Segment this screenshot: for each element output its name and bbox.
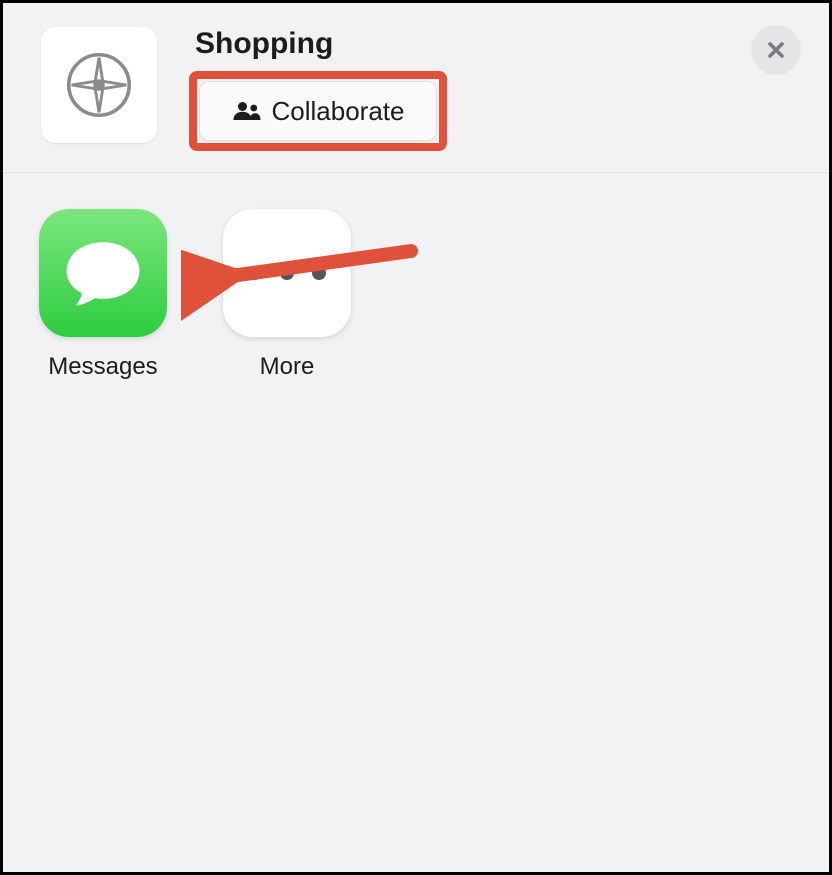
item-thumbnail xyxy=(41,27,157,143)
item-title: Shopping xyxy=(195,27,447,61)
more-app-icon xyxy=(223,209,351,337)
collaborate-button[interactable]: Collaborate xyxy=(199,81,437,141)
messages-app-icon xyxy=(39,209,167,337)
share-app-more[interactable]: More xyxy=(223,209,351,381)
compass-icon xyxy=(63,49,135,121)
share-sheet: Shopping Collaborate xyxy=(0,0,832,875)
share-header: Shopping Collaborate xyxy=(3,3,829,173)
app-label: Messages xyxy=(48,353,157,381)
speech-bubble-icon xyxy=(55,225,151,321)
close-icon xyxy=(766,40,786,60)
collaborate-highlight: Collaborate xyxy=(189,71,447,151)
collaborate-label: Collaborate xyxy=(272,96,405,127)
people-icon xyxy=(232,100,262,122)
close-button[interactable] xyxy=(751,25,801,75)
share-apps-row: Messages More xyxy=(3,173,829,872)
app-label: More xyxy=(260,353,315,381)
ellipsis-icon xyxy=(248,266,326,280)
header-text-block: Shopping Collaborate xyxy=(189,21,447,151)
share-app-messages[interactable]: Messages xyxy=(39,209,167,381)
